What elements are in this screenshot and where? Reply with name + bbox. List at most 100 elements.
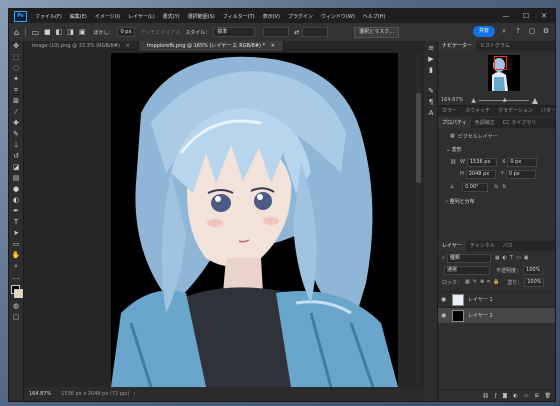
home-icon[interactable]: ⌂ [14, 28, 19, 37]
tab-adjustments[interactable]: 色調補正 [471, 118, 499, 128]
marquee-tool-icon[interactable]: ▭ [31, 28, 39, 37]
search-icon[interactable]: ⌕ [499, 26, 509, 37]
intersect-selection-icon[interactable]: ▣ [79, 28, 86, 36]
lock-all-icon[interactable]: 🔒 [493, 279, 499, 285]
add-mask-icon[interactable]: ◙ [502, 393, 507, 399]
new-layer-icon[interactable]: ⊞ [534, 393, 538, 399]
maximize-icon[interactable]: ☐ [517, 9, 535, 23]
background-color[interactable] [14, 289, 23, 298]
paragraph-panel-icon[interactable]: ¶ [425, 97, 437, 108]
scroll-thumb[interactable] [416, 93, 421, 183]
canvas-area[interactable] [24, 51, 424, 387]
history-panel-icon[interactable]: ≡ [425, 43, 437, 54]
navigator-view-frame[interactable] [494, 56, 507, 70]
group-icon[interactable]: ▭ [524, 393, 529, 399]
x-input[interactable]: 0 px [507, 157, 538, 167]
link-icon[interactable]: ⛓ [450, 159, 460, 165]
settings-icon[interactable]: ⚙ [541, 26, 551, 37]
tab-channels[interactable]: チャンネル [466, 241, 499, 251]
close-icon[interactable]: ✕ [535, 9, 553, 23]
history-brush-icon[interactable]: ↺ [9, 151, 23, 162]
marquee-icon[interactable]: ⬚ [9, 52, 23, 63]
tab-layers[interactable]: レイヤー [438, 241, 466, 251]
new-selection-icon[interactable]: ■ [44, 28, 51, 36]
fx-icon[interactable]: ƒ [495, 393, 497, 399]
lock-move-icon[interactable]: ✥ [480, 279, 484, 285]
menu-help[interactable]: ヘルプ(H) [359, 13, 390, 20]
tab-swatches[interactable]: スウォッチ [461, 106, 494, 116]
clone-stamp-icon[interactable]: ⊥ [9, 140, 23, 151]
height-field[interactable] [302, 27, 329, 37]
angle-input[interactable]: 0.00° [462, 182, 488, 192]
more-tools-icon[interactable]: … [9, 272, 23, 283]
document-canvas[interactable] [111, 53, 398, 387]
layer-filter-select[interactable]: 種類 [446, 253, 491, 263]
feather-input[interactable]: 0 px [116, 27, 136, 37]
select-and-mask-button[interactable]: 選択とマスク... [354, 26, 400, 38]
info-chevron-icon[interactable]: › [133, 391, 135, 397]
link-layers-icon[interactable]: ⛓ [482, 393, 488, 399]
zoom-slider[interactable]: ▲ [478, 97, 529, 103]
menu-view[interactable]: 表示(V) [259, 13, 284, 20]
menu-file[interactable]: ファイル(F) [31, 13, 66, 20]
gradient-icon[interactable]: ▤ [9, 173, 23, 184]
tab-properties[interactable]: プロパティ [438, 118, 471, 128]
brush-icon[interactable]: ✎ [9, 129, 23, 140]
adjustment-layer-icon[interactable]: ◐ [513, 393, 517, 399]
tab-gradients[interactable]: グラデーション [494, 106, 537, 116]
y-input[interactable]: 0 px [505, 169, 536, 179]
eraser-icon[interactable]: ◪ [9, 162, 23, 173]
swap-icon[interactable]: ⇄ [294, 29, 299, 36]
blur-icon[interactable]: ● [9, 184, 23, 195]
path-select-icon[interactable]: ➤ [9, 228, 23, 239]
menu-window[interactable]: ウィンドウ(W) [317, 13, 359, 20]
trash-icon[interactable]: 🗑 [545, 393, 551, 399]
height-input[interactable]: 2048 px [465, 169, 496, 179]
style-select[interactable]: 標準 [213, 27, 256, 37]
tab-paths[interactable]: パス [499, 241, 517, 251]
magic-wand-icon[interactable]: ✦ [9, 74, 23, 85]
blend-mode-select[interactable]: 通常 [444, 265, 490, 275]
zoom-in-icon[interactable]: ▲ [532, 96, 538, 105]
transform-section[interactable]: ⌄ 変形 [438, 145, 555, 155]
dodge-icon[interactable]: ◐ [9, 195, 23, 206]
lock-pixels-icon[interactable]: ▦ [465, 279, 470, 285]
layer-name[interactable]: レイヤー 1 [468, 296, 493, 303]
align-section[interactable]: › 整列と分布 [438, 197, 555, 207]
tab-tmppiorefb[interactable]: tmppiorefb.png @ 165% (レイヤー 2, RGB/8#) *… [138, 41, 284, 51]
character-panel-icon[interactable]: A [425, 108, 437, 119]
tab-libraries[interactable]: CC ライブラリ [499, 118, 541, 128]
eyedropper-icon[interactable]: ⁄ [9, 107, 23, 118]
menu-plugins[interactable]: プラグイン [284, 13, 317, 20]
comments-panel-icon[interactable]: ▮ [425, 65, 437, 76]
tab-image-10[interactable]: image (10).png @ 33.3% (RGB/8#) × [24, 41, 139, 51]
menu-image[interactable]: イメージ(I) [91, 13, 124, 20]
navigator-zoom-value[interactable]: 164.87% [441, 97, 463, 103]
subtract-selection-icon[interactable]: ◨ [67, 28, 74, 36]
brush-settings-icon[interactable]: ✎ [425, 86, 437, 97]
fill-input[interactable]: 100% [524, 277, 545, 287]
tab-close-icon[interactable]: × [126, 43, 130, 49]
antialias-checkbox[interactable]: アンチエイリアス [140, 29, 180, 36]
menu-layer[interactable]: レイヤー(L) [124, 13, 159, 20]
menu-filter[interactable]: フィルター(T) [219, 13, 259, 20]
move-tool-icon[interactable]: ✥ [9, 41, 23, 52]
filter-type-icon[interactable]: T [510, 255, 513, 261]
lasso-icon[interactable]: ◌ [9, 63, 23, 74]
frame-icon[interactable]: ⊠ [9, 96, 23, 107]
tab-close-icon[interactable]: × [271, 43, 275, 49]
layer-row-1[interactable]: ◉ レイヤー 1 [438, 291, 555, 307]
screen-mode-icon[interactable]: ▢ [9, 312, 23, 323]
width-input[interactable]: 1536 px [466, 157, 497, 167]
actions-panel-icon[interactable]: ▶ [425, 54, 437, 65]
crop-icon[interactable]: ⌗ [9, 85, 23, 96]
layer-row-2[interactable]: ◉ レイヤー 2 [438, 307, 555, 323]
flip-vertical-icon[interactable]: ⇅ [502, 184, 506, 190]
minimize-icon[interactable]: — [497, 9, 515, 23]
type-icon[interactable]: T [9, 217, 23, 228]
shape-icon[interactable]: ▭ [9, 239, 23, 250]
menu-type[interactable]: 書式(Y) [159, 13, 184, 20]
visibility-eye-icon[interactable]: ◉ [441, 312, 449, 319]
menu-edit[interactable]: 編集(E) [66, 13, 91, 20]
document-info[interactable]: 1536 px x 2048 px (72 ppi) [61, 391, 129, 397]
